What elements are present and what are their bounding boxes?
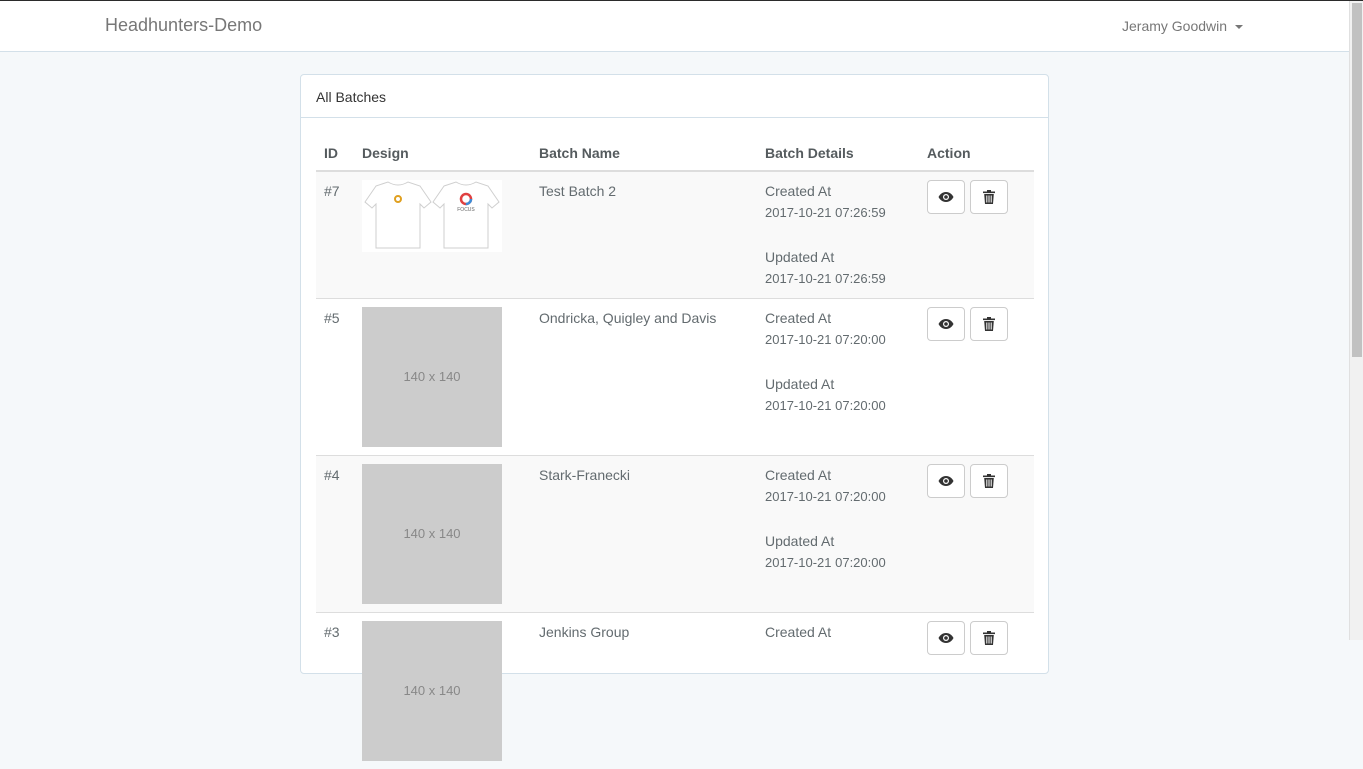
batch-name: Ondricka, Quigley and Davis: [531, 299, 757, 456]
column-header-batch-details: Batch Details: [757, 135, 919, 171]
brand-link[interactable]: Headhunters-Demo: [105, 15, 262, 36]
user-menu-dropdown[interactable]: Jeramy Goodwin: [1122, 18, 1243, 34]
updated-label: Updated At: [765, 246, 911, 268]
batch-id: #4: [316, 456, 354, 613]
eye-icon: [938, 191, 954, 203]
batch-id: #7: [316, 171, 354, 299]
caret-down-icon: [1235, 25, 1243, 29]
updated-value: 2017-10-21 07:26:59: [765, 268, 911, 290]
view-button[interactable]: [927, 621, 965, 655]
column-header-action: Action: [919, 135, 1034, 171]
updated-value: 2017-10-21 07:20:00: [765, 552, 911, 574]
table-row: #4 140 x 140 Stark-Franecki Created At 2…: [316, 456, 1034, 613]
created-value: 2017-10-21 07:26:59: [765, 202, 911, 224]
view-button[interactable]: [927, 464, 965, 498]
updated-value: 2017-10-21 07:20:00: [765, 395, 911, 417]
batch-details: Created At: [757, 613, 919, 769]
eye-icon: [938, 475, 954, 487]
batch-actions: [919, 456, 1034, 613]
batch-actions: [919, 613, 1034, 769]
batch-id: #3: [316, 613, 354, 769]
batch-details: Created At 2017-10-21 07:20:00 Updated A…: [757, 456, 919, 613]
view-button[interactable]: [927, 307, 965, 341]
table-row: #3 140 x 140 Jenkins Group Created At: [316, 613, 1034, 769]
placeholder-image: 140 x 140: [362, 307, 502, 447]
delete-button[interactable]: [970, 307, 1008, 341]
table-row: #7 FOCUS: [316, 171, 1034, 299]
trash-icon: [983, 190, 995, 204]
batch-actions: [919, 171, 1034, 299]
placeholder-image: 140 x 140: [362, 464, 502, 604]
column-header-batch-name: Batch Name: [531, 135, 757, 171]
updated-label: Updated At: [765, 530, 911, 552]
created-value: 2017-10-21 07:20:00: [765, 329, 911, 351]
created-label: Created At: [765, 180, 911, 202]
svg-text:FOCUS: FOCUS: [457, 207, 475, 213]
created-label: Created At: [765, 464, 911, 486]
batch-design: 140 x 140: [354, 299, 531, 456]
table-row: #5 140 x 140 Ondricka, Quigley and Davis…: [316, 299, 1034, 456]
column-header-id: ID: [316, 135, 354, 171]
view-button[interactable]: [927, 180, 965, 214]
batch-name: Jenkins Group: [531, 613, 757, 769]
batch-actions: [919, 299, 1034, 456]
created-label: Created At: [765, 621, 911, 643]
table-header-row: ID Design Batch Name Batch Details Actio…: [316, 135, 1034, 171]
panel-title: All Batches: [301, 75, 1048, 118]
batch-details: Created At 2017-10-21 07:20:00 Updated A…: [757, 299, 919, 456]
trash-icon: [983, 631, 995, 645]
batches-panel: All Batches ID Design Batch Name Batch D…: [300, 74, 1049, 674]
placeholder-image: 140 x 140: [362, 621, 502, 761]
delete-button[interactable]: [970, 621, 1008, 655]
eye-icon: [938, 318, 954, 330]
batch-name: Stark-Franecki: [531, 456, 757, 613]
batch-id: #5: [316, 299, 354, 456]
trash-icon: [983, 317, 995, 331]
batch-name: Test Batch 2: [531, 171, 757, 299]
delete-button[interactable]: [970, 180, 1008, 214]
t-shirt-mockup-image: FOCUS: [362, 180, 502, 252]
updated-label: Updated At: [765, 373, 911, 395]
eye-icon: [938, 632, 954, 644]
created-value: 2017-10-21 07:20:00: [765, 486, 911, 508]
batch-design: 140 x 140: [354, 613, 531, 769]
batch-design: FOCUS: [354, 171, 531, 299]
batches-table: ID Design Batch Name Batch Details Actio…: [316, 135, 1034, 769]
created-label: Created At: [765, 307, 911, 329]
delete-button[interactable]: [970, 464, 1008, 498]
batch-details: Created At 2017-10-21 07:26:59 Updated A…: [757, 171, 919, 299]
user-name: Jeramy Goodwin: [1122, 18, 1227, 34]
scrollbar-thumb[interactable]: [1352, 3, 1362, 357]
top-navbar: Headhunters-Demo Jeramy Goodwin: [0, 1, 1349, 52]
column-header-design: Design: [354, 135, 531, 171]
page-scrollbar[interactable]: [1349, 1, 1363, 640]
trash-icon: [983, 474, 995, 488]
batch-design: 140 x 140: [354, 456, 531, 613]
